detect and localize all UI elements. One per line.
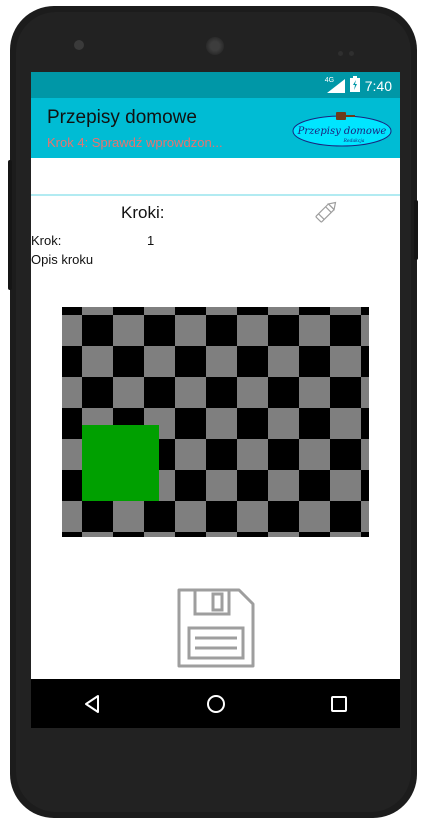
navigation-bar <box>31 679 400 728</box>
volume-button <box>8 160 12 290</box>
nav-home-icon <box>206 694 225 713</box>
power-button <box>414 200 418 260</box>
header-divider-area <box>31 158 400 196</box>
screen: 4G 7:40 Przepisy domowe Krok 4: Sprawdź … <box>31 72 400 728</box>
proximity-sensors <box>338 43 362 56</box>
logo-subtext: Redakcja <box>343 138 365 144</box>
nav-recents-button[interactable] <box>319 684 359 724</box>
step-number: 1 <box>147 233 155 248</box>
clock: 7:40 <box>364 77 392 94</box>
status-icons: 4G 7:40 <box>325 76 392 95</box>
app-logo: Przepisy domowe Redakcja <box>292 112 392 147</box>
signal-icon: 4G <box>324 76 345 93</box>
nav-back-button[interactable] <box>73 684 113 724</box>
nav-recents-icon <box>330 695 347 712</box>
step-image[interactable] <box>62 307 369 537</box>
nav-back-icon <box>84 694 99 713</box>
pencil-icon <box>315 201 337 223</box>
placeholder-square <box>82 425 159 501</box>
network-type: 4G <box>324 76 335 84</box>
app-bar: Przepisy domowe Krok 4: Sprawdź wprowdzo… <box>31 98 400 158</box>
nav-home-button[interactable] <box>196 684 236 724</box>
app-title: Przepisy domowe <box>47 107 197 128</box>
earpiece-speaker <box>206 37 224 55</box>
logo-text: Przepisy domowe <box>297 126 387 137</box>
floppy-disk-icon <box>177 588 255 668</box>
battery-icon <box>349 76 360 95</box>
front-camera <box>74 40 84 50</box>
steps-heading: Kroki: <box>121 203 165 222</box>
app-subtitle: Krok 4: Sprawdź wprowdzon... <box>47 135 223 150</box>
step-label: Krok: <box>31 233 62 248</box>
status-bar: 4G 7:40 <box>31 72 400 98</box>
edit-button[interactable] <box>312 196 342 226</box>
step-description: Opis kroku <box>31 252 94 267</box>
image-placeholder-checkerboard <box>62 307 369 537</box>
save-button[interactable] <box>175 586 257 670</box>
